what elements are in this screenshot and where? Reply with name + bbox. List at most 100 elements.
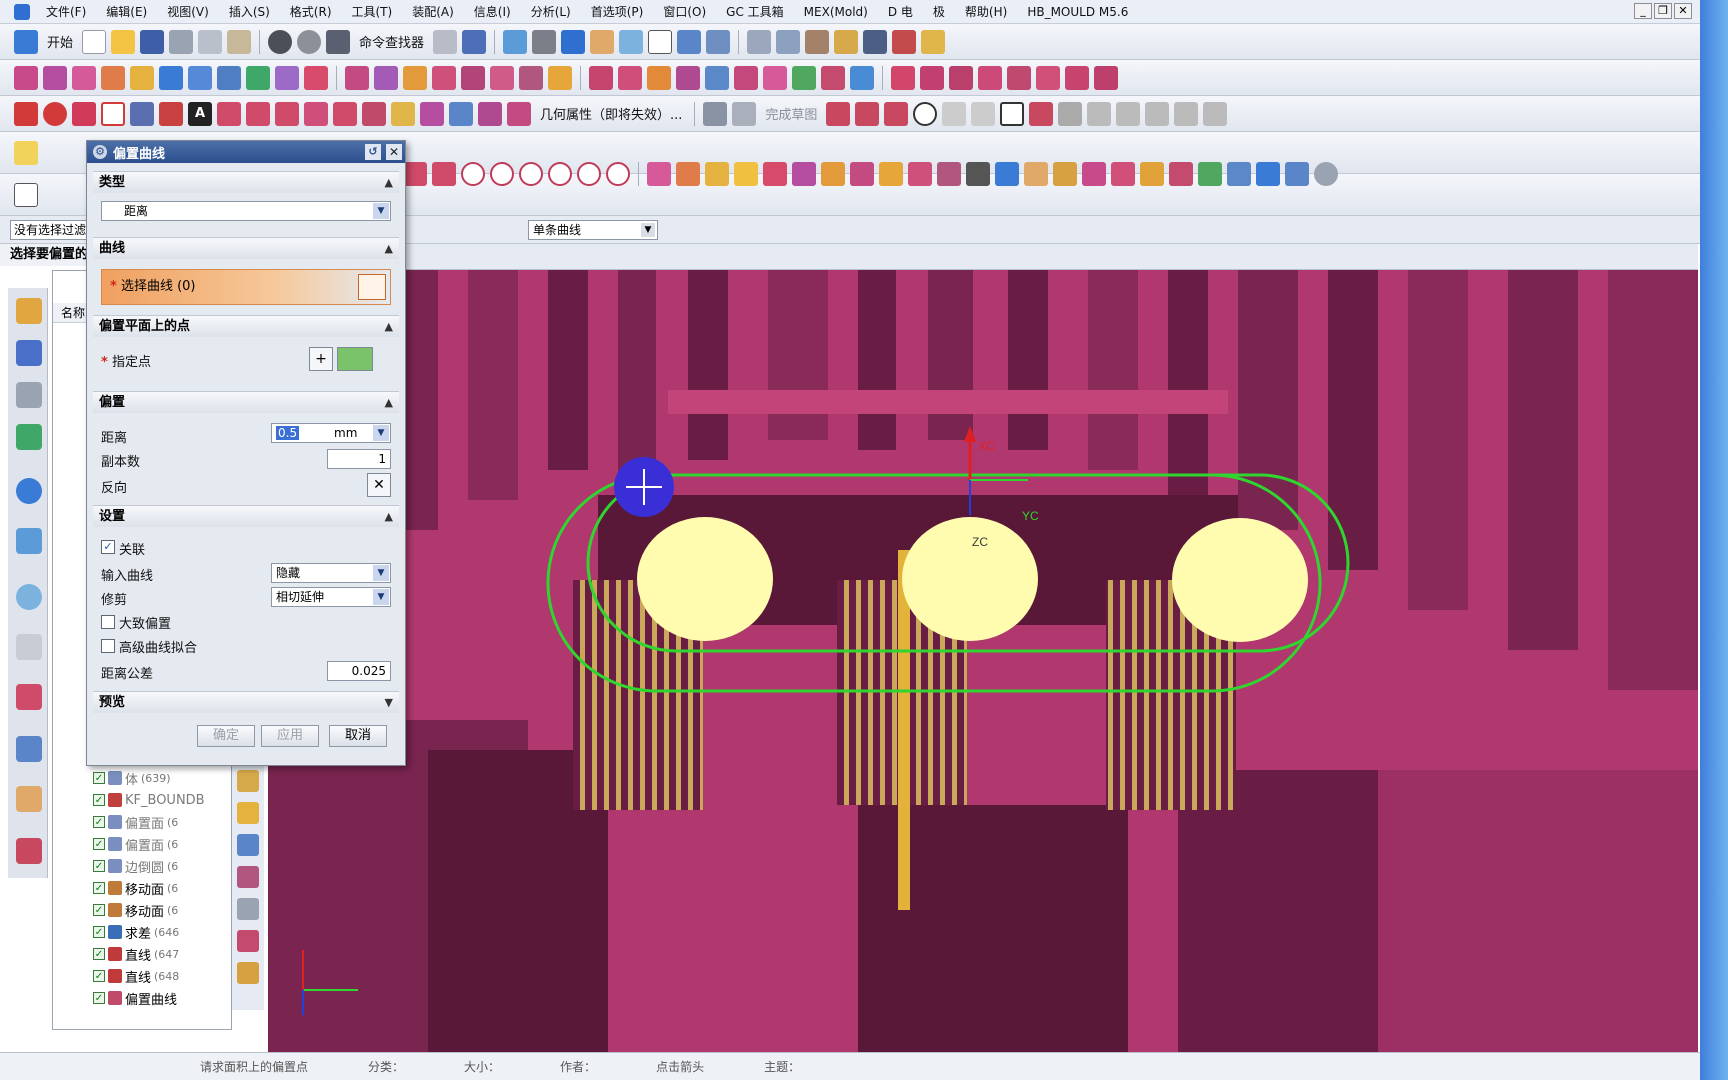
ellipse-icon[interactable] <box>159 101 183 126</box>
mold-wizard-icon[interactable] <box>805 29 830 54</box>
undo-icon[interactable] <box>268 29 293 54</box>
project-curve-icon[interactable] <box>1094 65 1118 90</box>
revolve-icon[interactable] <box>792 162 816 186</box>
advanced-fit-checkbox[interactable] <box>101 639 115 653</box>
emboss-icon[interactable] <box>1169 162 1193 186</box>
chevron-down-icon[interactable]: ▼ <box>373 203 389 219</box>
unite-icon[interactable] <box>995 162 1019 186</box>
sphere-feature-icon[interactable] <box>1314 162 1338 186</box>
menu-mex-mold[interactable]: MEX(Mold) <box>794 5 878 19</box>
text-icon[interactable]: A <box>188 101 212 126</box>
chevron-up-icon[interactable]: ▲ <box>385 172 393 194</box>
center-point-icon[interactable] <box>519 162 543 186</box>
menu-window[interactable]: 窗口(O) <box>653 3 716 20</box>
menu-analysis[interactable]: 分析(L) <box>521 3 581 20</box>
quilt-icon[interactable] <box>461 65 485 90</box>
mesh-surface-icon[interactable] <box>72 65 96 90</box>
line-icon[interactable] <box>14 101 38 126</box>
pad-icon[interactable] <box>908 162 932 186</box>
delete-face-icon[interactable] <box>589 65 613 90</box>
ruled-icon[interactable] <box>159 65 183 90</box>
chevron-down-icon[interactable]: ▼ <box>373 425 389 441</box>
draft-icon[interactable] <box>763 65 787 90</box>
trim-sheet-icon[interactable] <box>304 65 328 90</box>
sew-icon[interactable] <box>345 65 369 90</box>
command-finder-icon[interactable] <box>326 29 351 54</box>
finger-select-icon[interactable] <box>14 140 38 165</box>
visibility-checkbox[interactable]: ✓ <box>93 860 105 872</box>
part-navigator-icon[interactable] <box>16 382 42 408</box>
surface-icon[interactable] <box>43 65 67 90</box>
type-dropdown[interactable]: 距离 ▼ <box>101 201 391 221</box>
visibility-checkbox[interactable]: ✓ <box>93 882 105 894</box>
render-style-icon[interactable] <box>532 29 557 54</box>
group-curve[interactable]: 曲线 ▲ <box>93 237 399 259</box>
arc-icon[interactable] <box>43 101 67 126</box>
cancel-button[interactable]: 取消 <box>329 725 387 747</box>
menu-view[interactable]: 视图(V) <box>157 3 219 20</box>
angle-tool-icon[interactable] <box>432 162 456 186</box>
trim-curve-icon[interactable] <box>362 101 386 126</box>
assembly-icon[interactable] <box>706 29 731 54</box>
geometry-properties-label[interactable]: 几何属性（即将失效）... <box>540 104 682 123</box>
selection-filter-dropdown[interactable]: 没有选择过滤器 <box>10 220 90 240</box>
cut-icon[interactable] <box>169 29 194 54</box>
snap-icon[interactable] <box>237 930 259 952</box>
sketch-chamfer-icon[interactable] <box>971 101 996 126</box>
hierarchy-icon[interactable] <box>776 29 801 54</box>
select-curve-row[interactable]: * 选择曲线 (0) <box>101 269 391 305</box>
rectangle-select-icon[interactable] <box>14 65 38 90</box>
menu-insert[interactable]: 插入(S) <box>219 3 280 20</box>
chevron-down-icon[interactable]: ▼ <box>373 589 389 605</box>
roles-icon[interactable] <box>16 786 42 812</box>
subtract-icon[interactable] <box>1024 162 1048 186</box>
studio-surface-icon[interactable] <box>188 65 212 90</box>
graphics-viewport[interactable]: XC YC ZC <box>268 270 1698 1052</box>
layer-manager-icon[interactable] <box>237 962 259 984</box>
rotate-icon[interactable] <box>237 866 259 888</box>
visibility-checkbox[interactable]: ✓ <box>93 992 105 1004</box>
wcs-origin-icon[interactable] <box>237 770 259 792</box>
associative-checkbox[interactable]: ✓ <box>101 540 115 554</box>
curve-select-icon[interactable] <box>358 274 386 300</box>
visibility-checkbox[interactable]: ✓ <box>93 838 105 850</box>
menu-tools[interactable]: 工具(T) <box>342 3 403 20</box>
law-curve-icon[interactable] <box>275 101 299 126</box>
cylinder-top-middle[interactable] <box>902 517 1038 641</box>
bracket-tool-icon[interactable] <box>403 162 427 186</box>
edit-curve-icon[interactable] <box>420 101 444 126</box>
system-materials-icon[interactable] <box>16 634 42 660</box>
curve-on-surface-icon[interactable] <box>891 65 915 90</box>
move-face-icon[interactable] <box>676 65 700 90</box>
electrode-icon[interactable] <box>834 29 859 54</box>
menu-electrode[interactable]: D 电 <box>878 3 923 20</box>
tree-item[interactable]: ✓ 移动面 (6 <box>93 899 231 921</box>
manufacturing-wizard-icon[interactable] <box>16 736 42 762</box>
finish-sketch-icon[interactable] <box>732 101 757 126</box>
sketch-polygon-icon[interactable] <box>1029 101 1054 126</box>
geometry-properties-icon[interactable] <box>507 101 531 126</box>
tree-item[interactable]: ✓ 求差 (646 <box>93 921 231 943</box>
start-icon[interactable] <box>14 29 38 54</box>
intersect-icon[interactable] <box>1053 162 1077 186</box>
shaded-cube-icon[interactable] <box>561 29 586 54</box>
pattern-icon[interactable] <box>792 65 816 90</box>
sphere-icon[interactable] <box>734 162 758 186</box>
paste-icon[interactable] <box>227 29 252 54</box>
sketch-line-icon[interactable] <box>855 101 880 126</box>
blank-page-icon[interactable] <box>14 182 38 207</box>
gear-icon[interactable]: ⚙ <box>93 145 107 159</box>
process-studio-icon[interactable] <box>16 684 42 710</box>
tree-item[interactable]: ✓ 偏置曲线 <box>93 987 231 1009</box>
finish-sketch-label[interactable]: 完成草图 <box>765 104 817 123</box>
measure-icon[interactable] <box>462 29 487 54</box>
visibility-checkbox[interactable]: ✓ <box>93 772 105 784</box>
group-type[interactable]: 类型 ▲ <box>93 171 399 193</box>
chevron-up-icon[interactable]: ▲ <box>385 316 393 338</box>
menu-format[interactable]: 格式(R) <box>280 3 342 20</box>
cylinder-top-left[interactable] <box>637 517 773 641</box>
bounded-plane-icon[interactable] <box>246 65 270 90</box>
mirror-icon[interactable] <box>821 65 845 90</box>
pocket-icon[interactable] <box>879 162 903 186</box>
split-face-icon[interactable] <box>519 65 543 90</box>
